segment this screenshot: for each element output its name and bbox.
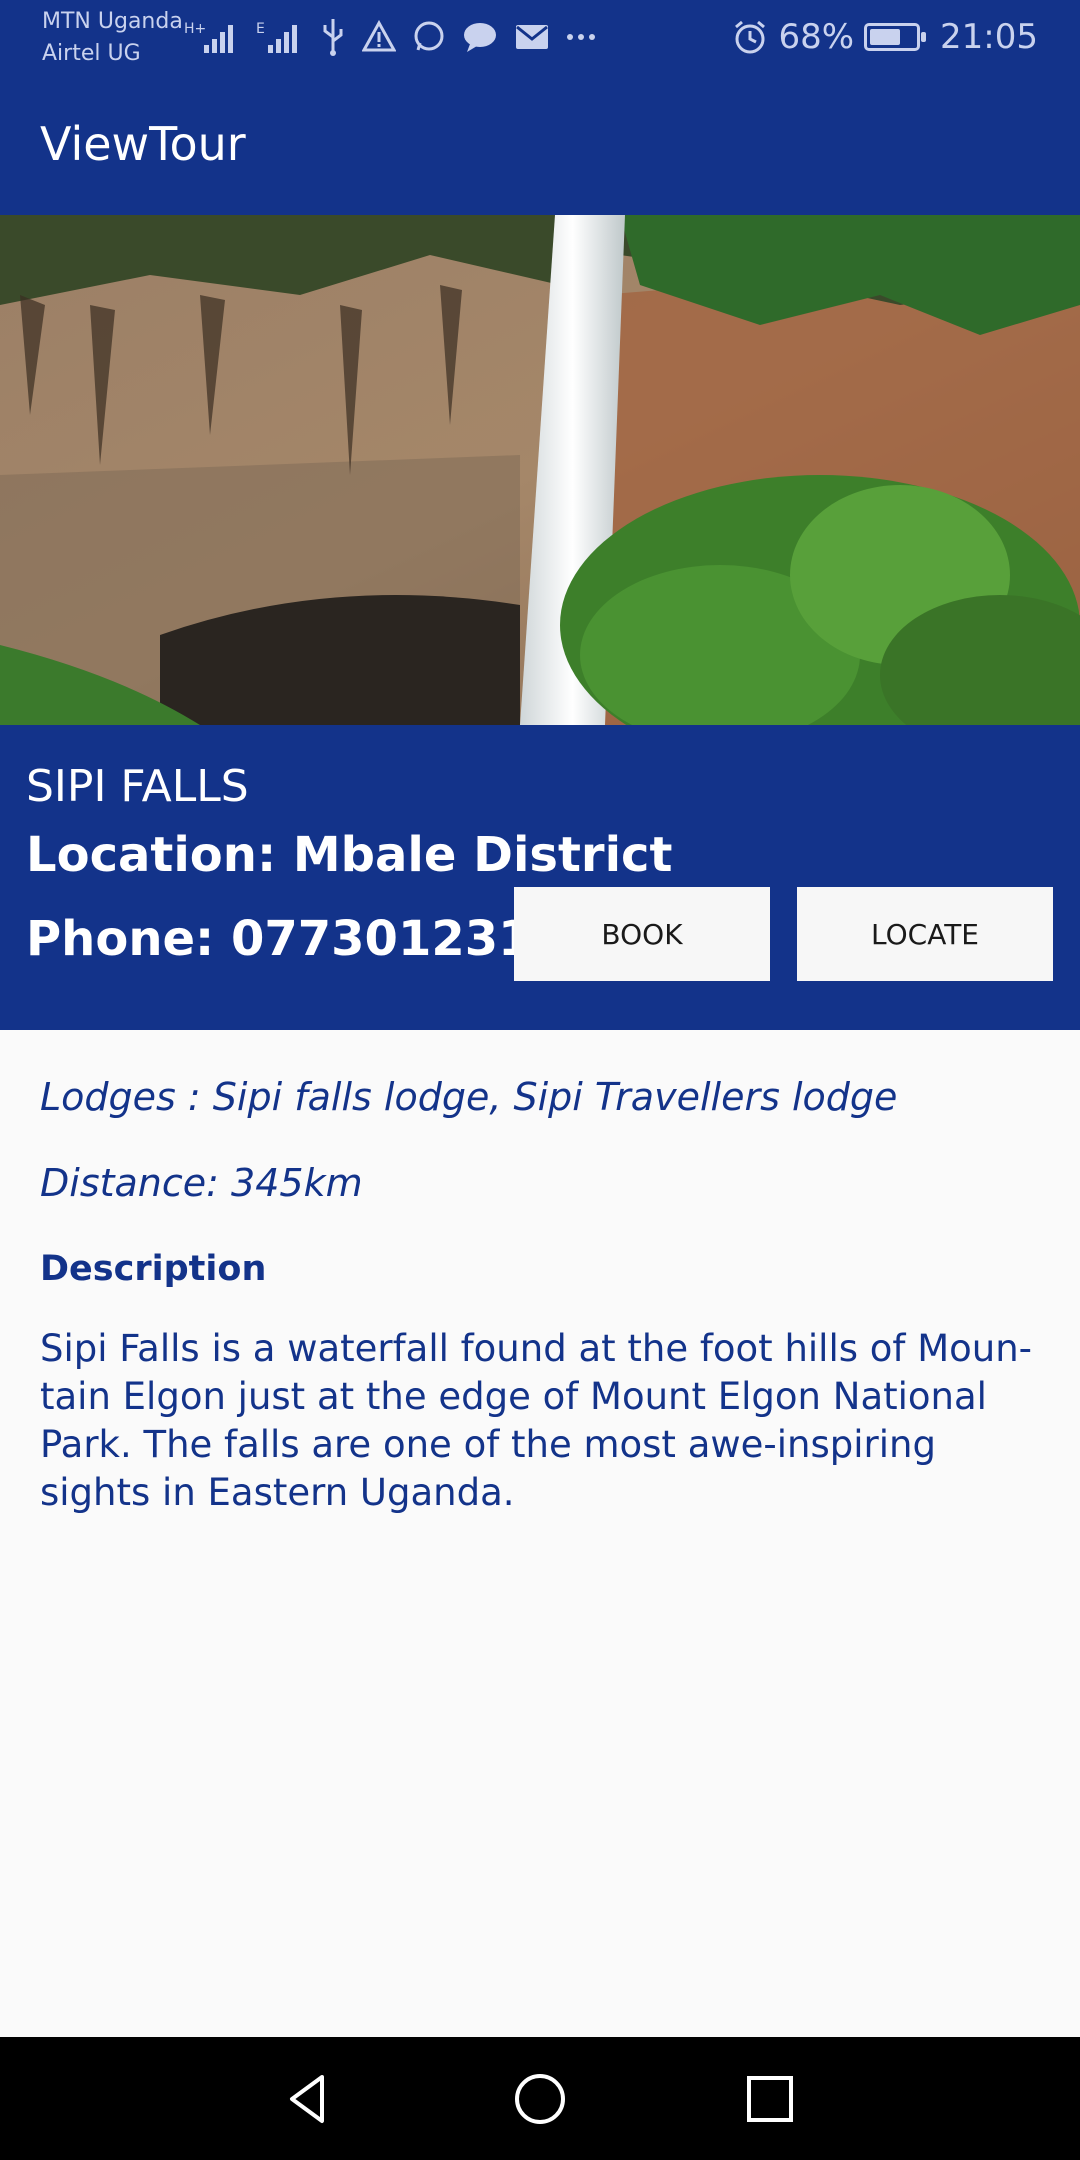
book-button[interactable]: BOOK — [514, 887, 770, 981]
system-nav-bar — [0, 2037, 1080, 2160]
warning-icon — [362, 20, 396, 52]
description-heading: Description — [40, 1249, 267, 1289]
alarm-icon — [735, 20, 766, 54]
place-name: SIPI FALLS — [26, 761, 249, 812]
message-icon — [464, 23, 496, 52]
clock: 21:05 — [940, 17, 1038, 57]
carrier-1: MTN Uganda — [42, 9, 183, 34]
battery-level — [870, 29, 900, 45]
battery-charging-icon — [864, 23, 927, 51]
carrier-2: Airtel UG — [42, 41, 141, 66]
place-phone[interactable]: Phone: 0773012311 — [26, 911, 565, 967]
svg-text:H+: H+ — [184, 21, 206, 37]
app-bar: ViewTour — [0, 75, 1080, 215]
lodges-text: Lodges : Sipi falls lodge, Sipi Travelle… — [40, 1075, 898, 1119]
battery-percent: 68% — [778, 17, 855, 57]
carrier-info: MTN Uganda Airtel UG — [42, 6, 183, 70]
place-location: Location: Mbale District — [26, 827, 673, 883]
app-title: ViewTour — [40, 117, 246, 171]
screen: MTN Uganda Airtel UG H+ E 68% 21:05 View… — [0, 0, 1080, 2160]
svg-text:E: E — [256, 21, 265, 37]
recents-icon[interactable] — [738, 2067, 802, 2131]
home-icon[interactable] — [508, 2067, 572, 2131]
description-text: Sipi Falls is a waterfall found at the f… — [40, 1327, 1033, 1514]
e-signal-icon: E — [256, 21, 297, 53]
distance-text: Distance: 345km — [40, 1161, 363, 1205]
back-icon[interactable] — [278, 2067, 342, 2131]
more-icon — [567, 34, 595, 40]
locate-button[interactable]: LOCATE — [797, 887, 1053, 981]
usb-icon — [323, 19, 343, 56]
whatsapp-icon — [414, 21, 444, 51]
status-icons: H+ E — [182, 12, 596, 62]
status-right: 68% 21:05 — [732, 12, 1038, 62]
status-bar: MTN Uganda Airtel UG H+ E 68% 21:05 — [0, 0, 1080, 75]
waterfall-photo — [0, 215, 1080, 725]
place-details: Lodges : Sipi falls lodge, Sipi Travelle… — [40, 1075, 1040, 1517]
mail-icon — [516, 25, 548, 49]
place-info-panel: SIPI FALLS Location: Mbale District Phon… — [0, 725, 1080, 1030]
hplus-signal-icon: H+ — [184, 21, 233, 53]
